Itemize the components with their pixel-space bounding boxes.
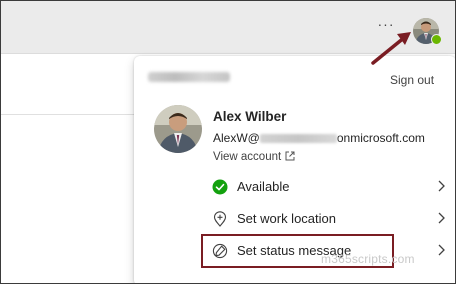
status-message-icon [212, 243, 228, 259]
view-account-label: View account [213, 151, 282, 163]
chevron-right-icon [438, 180, 445, 192]
presence-available-badge [431, 34, 442, 45]
external-link-icon [285, 151, 295, 161]
view-account-link[interactable]: View account [213, 151, 295, 163]
status-available-label: Available [237, 179, 290, 194]
chevron-right-icon [438, 212, 445, 224]
chevron-right-icon [438, 244, 445, 256]
email-suffix: onmicrosoft.com [336, 131, 425, 145]
user-email: AlexW@ onmicrosoft.com [213, 131, 425, 145]
location-pin-icon [213, 211, 227, 227]
watermark: m365scripts.com [321, 252, 415, 266]
person-photo-icon [154, 105, 202, 153]
organization-name-redacted [148, 72, 230, 82]
divider [1, 114, 136, 115]
status-available-item[interactable]: Available [212, 177, 445, 199]
set-work-location-item[interactable]: Set work location [212, 209, 445, 231]
user-avatar [154, 105, 202, 153]
account-manager-panel: Sign out Alex Wilber AlexW@ onmicrosoft.c… [134, 56, 455, 283]
user-display-name: Alex Wilber [213, 109, 287, 124]
annotation-arrow-icon [371, 32, 411, 65]
email-prefix: AlexW@ [213, 131, 260, 145]
screenshot-frame: ··· Sign out Alex Wilber AlexW@ onmicros… [0, 0, 456, 284]
set-work-location-label: Set work location [237, 211, 336, 226]
email-redacted [259, 134, 337, 143]
available-check-icon [212, 179, 228, 195]
sign-out-link[interactable]: Sign out [390, 73, 434, 87]
